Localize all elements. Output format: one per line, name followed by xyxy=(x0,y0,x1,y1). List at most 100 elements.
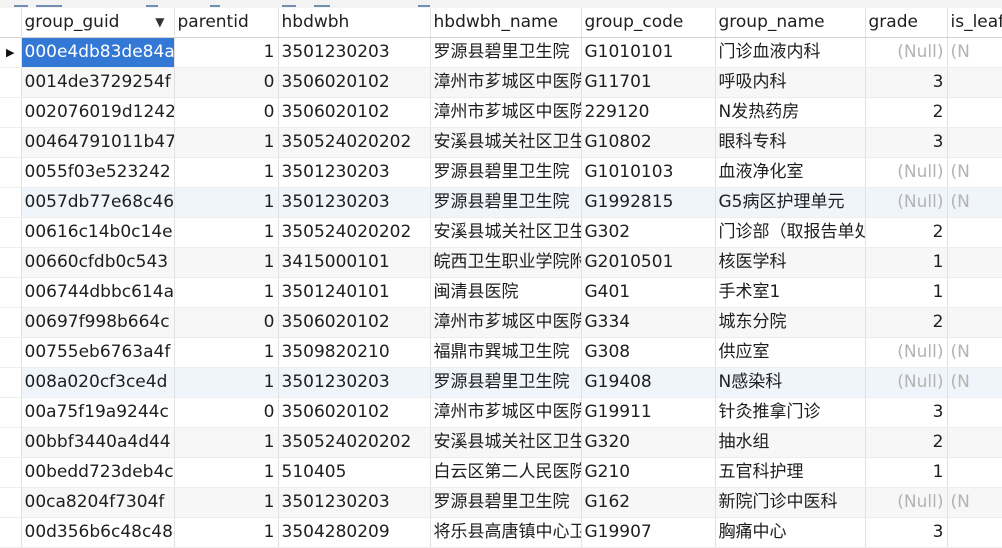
cell-parentid[interactable]: 1 xyxy=(174,217,279,248)
column-header-group-guid[interactable]: group_guid ▼ xyxy=(21,8,175,38)
cell-is-leaf[interactable] xyxy=(947,427,1002,458)
cell-hbdwbh[interactable]: 3501230203 xyxy=(278,157,431,188)
table-row[interactable]: 00755eb6763a4f 1 3509820210 福鼎市巽城卫生院 G308 供应室… xyxy=(0,337,1002,368)
cell-hbdwbh[interactable]: 350524020202 xyxy=(278,127,431,158)
row-marker[interactable] xyxy=(0,247,22,278)
cell-group-name[interactable]: 眼科专科 xyxy=(715,127,866,158)
cell-group-guid[interactable]: 0014de3729254f xyxy=(21,67,175,98)
cell-hbdwbh-name[interactable]: 罗源县碧里卫生院 xyxy=(430,37,582,68)
table-row[interactable]: 0055f03e523242 1 3501230203 罗源县碧里卫生院 G101010… xyxy=(0,157,1002,188)
cell-group-code[interactable]: G320 xyxy=(581,427,716,458)
column-header-hbdwbh-name[interactable]: hbdwbh_name xyxy=(430,8,582,38)
cell-hbdwbh-name[interactable]: 罗源县碧里卫生院 xyxy=(430,187,582,218)
cell-grade[interactable]: 1 xyxy=(865,277,948,308)
data-grid[interactable]: group_guid ▼ parentid hbdwbh hbdwbh_name … xyxy=(0,8,1002,548)
cell-hbdwbh-name[interactable]: 罗源县碧里卫生院 xyxy=(430,367,582,398)
cell-parentid[interactable]: 0 xyxy=(174,307,279,338)
cell-is-leaf[interactable]: (N xyxy=(947,37,1002,68)
cell-hbdwbh[interactable]: 3501230203 xyxy=(278,487,431,518)
current-row-marker-icon[interactable]: ▶ xyxy=(0,37,22,68)
row-marker[interactable] xyxy=(0,97,22,128)
cell-parentid[interactable]: 1 xyxy=(174,37,279,68)
cell-hbdwbh[interactable]: 3501230203 xyxy=(278,37,431,68)
cell-is-leaf[interactable]: (N xyxy=(947,187,1002,218)
cell-group-name[interactable]: 抽水组 xyxy=(715,427,866,458)
table-row[interactable]: 00bedd723deb4c 1 510405 白云区第二人民医院 G210 五官科护理 1 xyxy=(0,457,1002,488)
cell-is-leaf[interactable]: (N xyxy=(947,367,1002,398)
cell-hbdwbh-name[interactable]: 漳州市芗城区中医院 xyxy=(430,97,582,128)
cell-group-name[interactable]: 核医学科 xyxy=(715,247,866,278)
cell-grade[interactable]: 2 xyxy=(865,427,948,458)
cell-group-code[interactable]: G2010501 xyxy=(581,247,716,278)
cell-grade[interactable]: (Null) xyxy=(865,487,948,518)
row-marker[interactable] xyxy=(0,277,22,308)
cell-group-code[interactable]: G302 xyxy=(581,217,716,248)
cell-hbdwbh[interactable]: 3415000101 xyxy=(278,247,431,278)
cell-hbdwbh-name[interactable]: 罗源县碧里卫生院 xyxy=(430,487,582,518)
cell-group-guid[interactable]: 00697f998b664c xyxy=(21,307,175,338)
cell-is-leaf[interactable] xyxy=(947,517,1002,548)
toolbar-icon-7[interactable] xyxy=(418,0,430,7)
cell-parentid[interactable]: 1 xyxy=(174,487,279,518)
column-header-group-name[interactable]: group_name xyxy=(715,8,866,38)
cell-group-guid[interactable]: 006744dbbc614a xyxy=(21,277,175,308)
cell-hbdwbh-name[interactable]: 安溪县城关社区卫生 xyxy=(430,217,582,248)
cell-group-name[interactable]: 城东分院 xyxy=(715,307,866,338)
cell-is-leaf[interactable] xyxy=(947,127,1002,158)
cell-group-name[interactable]: 手术室1 xyxy=(715,277,866,308)
row-marker[interactable] xyxy=(0,517,22,548)
toolbar-icon-3[interactable] xyxy=(146,0,158,7)
cell-group-code[interactable]: G1010101 xyxy=(581,37,716,68)
cell-group-code[interactable]: G308 xyxy=(581,337,716,368)
cell-grade[interactable]: 2 xyxy=(865,307,948,338)
cell-group-code[interactable]: G11701 xyxy=(581,67,716,98)
table-row[interactable]: ▶ 000e4db83de84a 1 3501230203 罗源县碧里卫生院 G10101… xyxy=(0,37,1002,68)
cell-is-leaf[interactable] xyxy=(947,307,1002,338)
cell-group-code[interactable]: G210 xyxy=(581,457,716,488)
cell-group-guid[interactable]: 008a020cf3ce4d xyxy=(21,367,175,398)
cell-is-leaf[interactable] xyxy=(947,97,1002,128)
cell-group-guid[interactable]: 00660cfdb0c543 xyxy=(21,247,175,278)
cell-is-leaf[interactable]: (N xyxy=(947,157,1002,188)
cell-group-guid[interactable]: 00ca8204f7304f xyxy=(21,487,175,518)
row-marker[interactable] xyxy=(0,307,22,338)
cell-group-code[interactable]: G19408 xyxy=(581,367,716,398)
cell-group-guid[interactable]: 00bedd723deb4c xyxy=(21,457,175,488)
cell-grade[interactable]: 3 xyxy=(865,397,948,428)
row-marker[interactable] xyxy=(0,397,22,428)
cell-hbdwbh[interactable]: 3506020102 xyxy=(278,67,431,98)
cell-hbdwbh[interactable]: 3504280209 xyxy=(278,517,431,548)
column-header-grade[interactable]: grade xyxy=(865,8,948,38)
cell-grade[interactable]: 2 xyxy=(865,97,948,128)
cell-parentid[interactable]: 1 xyxy=(174,157,279,188)
cell-hbdwbh-name[interactable]: 漳州市芗城区中医院 xyxy=(430,67,582,98)
cell-group-guid[interactable]: 00616c14b0c14e xyxy=(21,217,175,248)
cell-hbdwbh[interactable]: 3506020102 xyxy=(278,307,431,338)
cell-group-name[interactable]: N感染科 xyxy=(715,367,866,398)
cell-grade[interactable]: (Null) xyxy=(865,37,948,68)
cell-is-leaf[interactable] xyxy=(947,277,1002,308)
cell-group-name[interactable]: 针灸推拿门诊 xyxy=(715,397,866,428)
cell-grade[interactable]: (Null) xyxy=(865,187,948,218)
row-marker[interactable] xyxy=(0,67,22,98)
cell-group-code[interactable]: G334 xyxy=(581,307,716,338)
cell-is-leaf[interactable] xyxy=(947,457,1002,488)
cell-group-guid[interactable]: 00755eb6763a4f xyxy=(21,337,175,368)
cell-group-code[interactable]: G1010103 xyxy=(581,157,716,188)
cell-group-guid[interactable]: 00bbf3440a4d44 xyxy=(21,427,175,458)
cell-group-name[interactable]: G5病区护理单元 xyxy=(715,187,866,218)
cell-parentid[interactable]: 1 xyxy=(174,277,279,308)
cell-hbdwbh-name[interactable]: 闽清县医院 xyxy=(430,277,582,308)
table-row[interactable]: 00660cfdb0c543 1 3415000101 皖西卫生职业学院附 G20105… xyxy=(0,247,1002,278)
column-header-group-code[interactable]: group_code xyxy=(581,8,716,38)
cell-hbdwbh[interactable]: 3509820210 xyxy=(278,337,431,368)
cell-parentid[interactable]: 0 xyxy=(174,397,279,428)
cell-hbdwbh[interactable]: 3506020102 xyxy=(278,97,431,128)
table-row[interactable]: 00697f998b664c 0 3506020102 漳州市芗城区中医院 G334 城东… xyxy=(0,307,1002,338)
cell-grade[interactable]: 1 xyxy=(865,247,948,278)
column-header-is-leaf[interactable]: is_leaf xyxy=(947,8,1002,38)
toolbar-icon-6[interactable] xyxy=(314,0,330,7)
cell-hbdwbh[interactable]: 3506020102 xyxy=(278,397,431,428)
cell-hbdwbh-name[interactable]: 将乐县高唐镇中心卫 xyxy=(430,517,582,548)
cell-group-name[interactable]: N发热药房 xyxy=(715,97,866,128)
